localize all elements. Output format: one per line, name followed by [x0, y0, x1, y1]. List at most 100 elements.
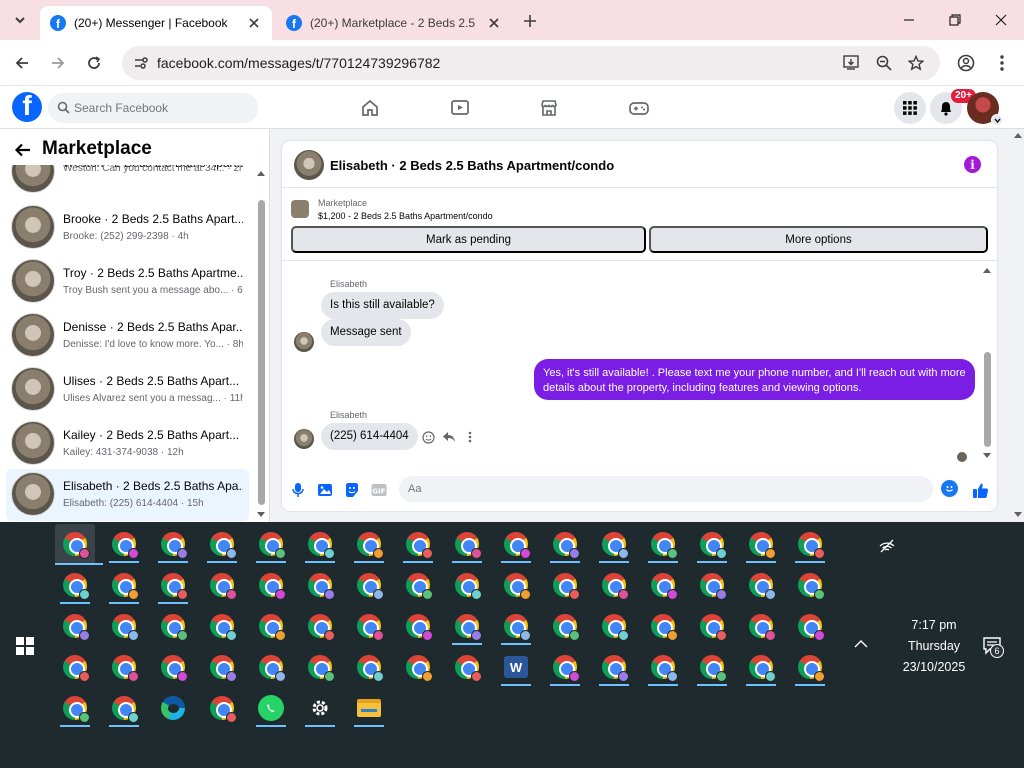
taskbar-whatsapp[interactable]: [251, 688, 291, 728]
taskbar-chrome-profile[interactable]: [790, 524, 830, 564]
taskbar-chrome-profile[interactable]: [349, 565, 389, 605]
attach-media-button[interactable]: [316, 481, 334, 499]
taskbar-chrome-profile[interactable]: [55, 647, 95, 687]
incoming-message[interactable]: Is this still available?: [321, 292, 444, 319]
taskbar-chrome-profile[interactable]: [55, 606, 95, 646]
chat-title[interactable]: Elisabeth · 2 Beds 2.5 Baths Apartment/c…: [330, 158, 614, 173]
taskbar-chrome-profile[interactable]: [545, 647, 585, 687]
zoom-button[interactable]: [873, 52, 895, 74]
show-hidden-icons-icon[interactable]: [852, 637, 870, 651]
taskbar-chrome-profile[interactable]: [300, 524, 340, 564]
taskbar-chrome-profile[interactable]: [104, 524, 144, 564]
taskbar-chrome-profile[interactable]: [349, 647, 389, 687]
taskbar-chrome-profile[interactable]: [349, 606, 389, 646]
taskbar-chrome-profile[interactable]: [545, 524, 585, 564]
browser-menu-button[interactable]: [990, 51, 1014, 75]
marketplace-nav-button[interactable]: [537, 96, 561, 120]
sender-avatar[interactable]: [294, 429, 314, 449]
taskbar-chrome-profile[interactable]: [202, 688, 242, 728]
taskbar-chrome-profile[interactable]: [104, 606, 144, 646]
taskbar-chrome-profile[interactable]: [251, 647, 291, 687]
taskbar-chrome-profile[interactable]: [643, 565, 683, 605]
sender-avatar[interactable]: [294, 332, 314, 352]
taskbar-chrome-profile[interactable]: [594, 606, 634, 646]
close-tab-icon[interactable]: [246, 15, 262, 31]
install-app-button[interactable]: [841, 52, 863, 74]
back-arrow-icon[interactable]: [13, 140, 33, 160]
taskbar-chrome-profile[interactable]: [447, 524, 487, 564]
notification-center-button[interactable]: 6: [982, 635, 1006, 659]
taskbar-chrome-profile[interactable]: [692, 524, 732, 564]
reload-button[interactable]: [82, 51, 106, 75]
taskbar-chrome-profile[interactable]: [153, 524, 193, 564]
taskbar-chrome-profile[interactable]: [153, 606, 193, 646]
taskbar-chrome-profile[interactable]: [496, 524, 536, 564]
react-button[interactable]: [420, 429, 436, 445]
info-icon[interactable]: i: [964, 156, 981, 173]
taskbar-chrome-profile[interactable]: [202, 524, 242, 564]
taskbar-chrome-profile[interactable]: [153, 565, 193, 605]
profile-button[interactable]: [954, 51, 978, 75]
taskbar-edge[interactable]: [153, 688, 193, 728]
facebook-search[interactable]: [48, 93, 258, 123]
taskbar-chrome-profile[interactable]: [496, 606, 536, 646]
taskbar-chrome-profile[interactable]: [545, 565, 585, 605]
conversation-item[interactable]: Denisse · 2 Beds 2.5 Baths Apar... Denis…: [6, 310, 249, 362]
video-nav-button[interactable]: [448, 96, 472, 120]
contact-avatar[interactable]: [294, 150, 324, 180]
taskbar-chrome-profile[interactable]: [643, 606, 683, 646]
voice-clip-button[interactable]: [289, 481, 307, 499]
search-input[interactable]: [74, 93, 252, 123]
taskbar-chrome-profile[interactable]: [741, 606, 781, 646]
windows-start-icon[interactable]: [16, 637, 34, 655]
address-bar[interactable]: facebook.com/messages/t/770124739296782: [122, 46, 940, 80]
restore-button[interactable]: [943, 8, 967, 32]
taskbar-word[interactable]: W: [496, 647, 536, 687]
taskbar-settings[interactable]: [300, 688, 340, 728]
scroll-down-icon[interactable]: [982, 452, 992, 460]
taskbar-chrome-profile[interactable]: [447, 565, 487, 605]
conversation-item[interactable]: Ulises · 2 Beds 2.5 Baths Apart... Ulise…: [6, 364, 249, 416]
reply-button[interactable]: [441, 429, 457, 445]
taskbar-chrome-profile[interactable]: [692, 565, 732, 605]
close-window-button[interactable]: [989, 8, 1013, 32]
taskbar-chrome-profile[interactable]: [692, 647, 732, 687]
tab-marketplace[interactable]: f (20+) Marketplace - 2 Beds 2.5: [276, 6, 512, 40]
taskbar-chrome-profile[interactable]: [741, 565, 781, 605]
network-icon[interactable]: [878, 536, 896, 554]
taskbar-chrome-profile[interactable]: [202, 565, 242, 605]
conversation-item[interactable]: Brooke · 2 Beds 2.5 Baths Apart... Brook…: [6, 202, 249, 254]
taskbar-chrome-profile[interactable]: [300, 647, 340, 687]
like-send-button[interactable]: [971, 481, 989, 499]
incoming-message[interactable]: (225) 614-4404: [321, 423, 418, 450]
conversation-list-scrollbar[interactable]: [256, 167, 266, 519]
taskbar-chrome-profile[interactable]: [594, 524, 634, 564]
listing-title[interactable]: $1,200 - 2 Beds 2.5 Baths Apartment/cond…: [318, 211, 493, 221]
message-input[interactable]: [408, 476, 908, 502]
conversation-item[interactable]: Kailey · 2 Beds 2.5 Baths Apart... Kaile…: [6, 418, 249, 470]
taskbar-chrome-profile[interactable]: [349, 524, 389, 564]
home-nav-button[interactable]: [358, 96, 382, 120]
taskbar-chrome-profile[interactable]: [55, 565, 95, 605]
taskbar-chrome-profile[interactable]: [447, 606, 487, 646]
taskbar-chrome-profile[interactable]: [251, 565, 291, 605]
minimize-button[interactable]: [897, 8, 921, 32]
sticker-button[interactable]: [343, 481, 361, 499]
taskbar-chrome-profile[interactable]: [643, 524, 683, 564]
facebook-logo-icon[interactable]: f: [12, 92, 42, 122]
taskbar-chrome-profile[interactable]: [104, 688, 144, 728]
scroll-down-icon[interactable]: [1013, 511, 1023, 519]
gaming-nav-button[interactable]: [627, 96, 651, 120]
outgoing-message[interactable]: Yes, it's still available! . Please text…: [534, 359, 975, 400]
more-message-actions-button[interactable]: [462, 429, 478, 445]
taskbar-chrome-profile[interactable]: [741, 524, 781, 564]
taskbar-chrome-profile[interactable]: [300, 565, 340, 605]
taskbar-chrome-profile[interactable]: [104, 647, 144, 687]
taskbar-chrome-profile[interactable]: [202, 606, 242, 646]
message-input-wrapper[interactable]: [399, 476, 933, 502]
taskbar-chrome-profile[interactable]: [496, 565, 536, 605]
conversation-item[interactable]: Troy · 2 Beds 2.5 Baths Apartme... Troy …: [6, 256, 249, 308]
system-clock[interactable]: 7:17 pm Thursday 23/10/2025: [892, 615, 976, 678]
taskbar-chrome-profile[interactable]: [398, 524, 438, 564]
conversation-item-selected[interactable]: Elisabeth · 2 Beds 2.5 Baths Apa... Elis…: [6, 469, 249, 521]
